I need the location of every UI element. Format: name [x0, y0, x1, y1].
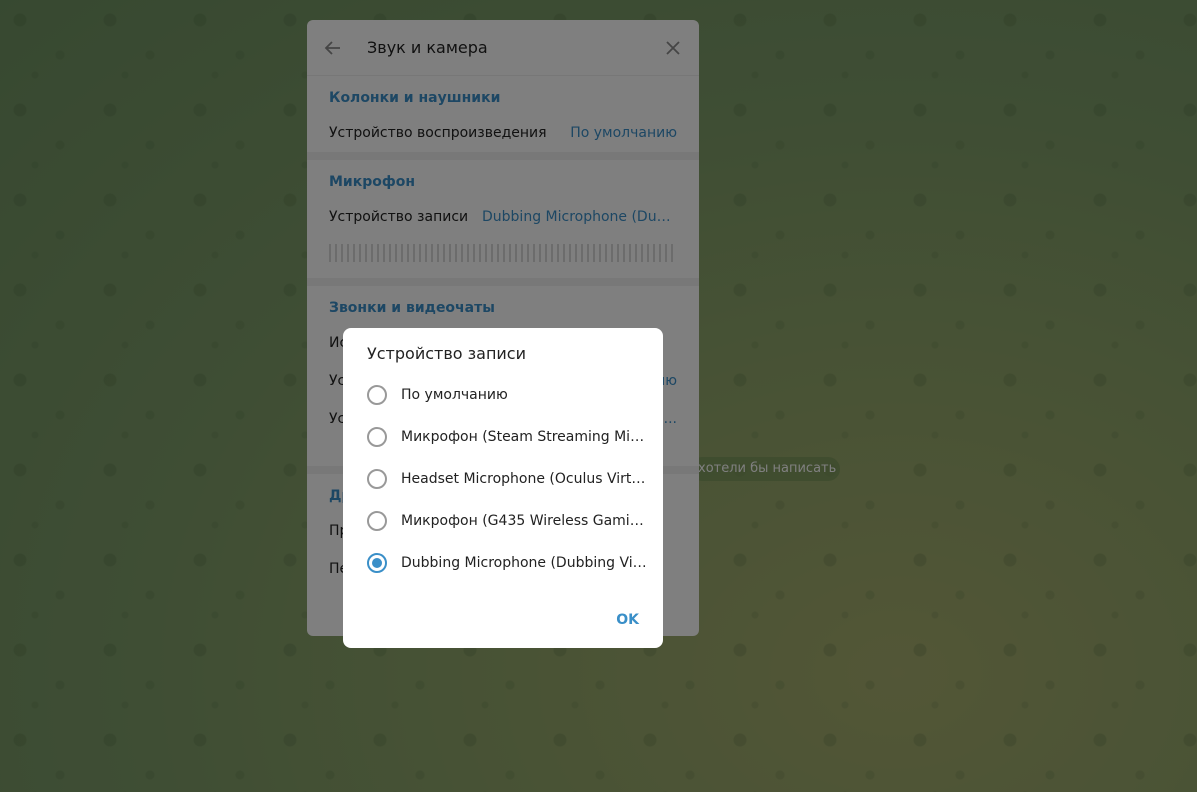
record-device-dialog: Устройство записи По умолчанию Микрофон …: [343, 328, 663, 648]
radio-button-selected[interactable]: [367, 553, 387, 573]
option-label: Микрофон (Steam Streaming Microphone): [401, 429, 647, 445]
record-device-option[interactable]: Микрофон (G435 Wireless Gaming Headset): [367, 509, 647, 533]
radio-button[interactable]: [367, 427, 387, 447]
option-label: Headset Microphone (Oculus Virtual Audio…: [401, 471, 647, 487]
record-device-option[interactable]: По умолчанию: [367, 383, 647, 407]
radio-button[interactable]: [367, 469, 387, 489]
radio-button[interactable]: [367, 385, 387, 405]
record-device-option[interactable]: Headset Microphone (Oculus Virtual Audio…: [367, 467, 647, 491]
radio-button[interactable]: [367, 511, 387, 531]
option-label: Микрофон (G435 Wireless Gaming Headset): [401, 513, 647, 529]
record-device-option[interactable]: Dubbing Microphone (Dubbing Virtual Devi…: [367, 551, 647, 575]
dialog-title: Устройство записи: [367, 344, 526, 363]
ok-button[interactable]: OK: [608, 608, 647, 632]
option-label: Dubbing Microphone (Dubbing Virtual Devi…: [401, 555, 647, 571]
record-device-option[interactable]: Микрофон (Steam Streaming Microphone): [367, 425, 647, 449]
option-label: По умолчанию: [401, 387, 508, 403]
